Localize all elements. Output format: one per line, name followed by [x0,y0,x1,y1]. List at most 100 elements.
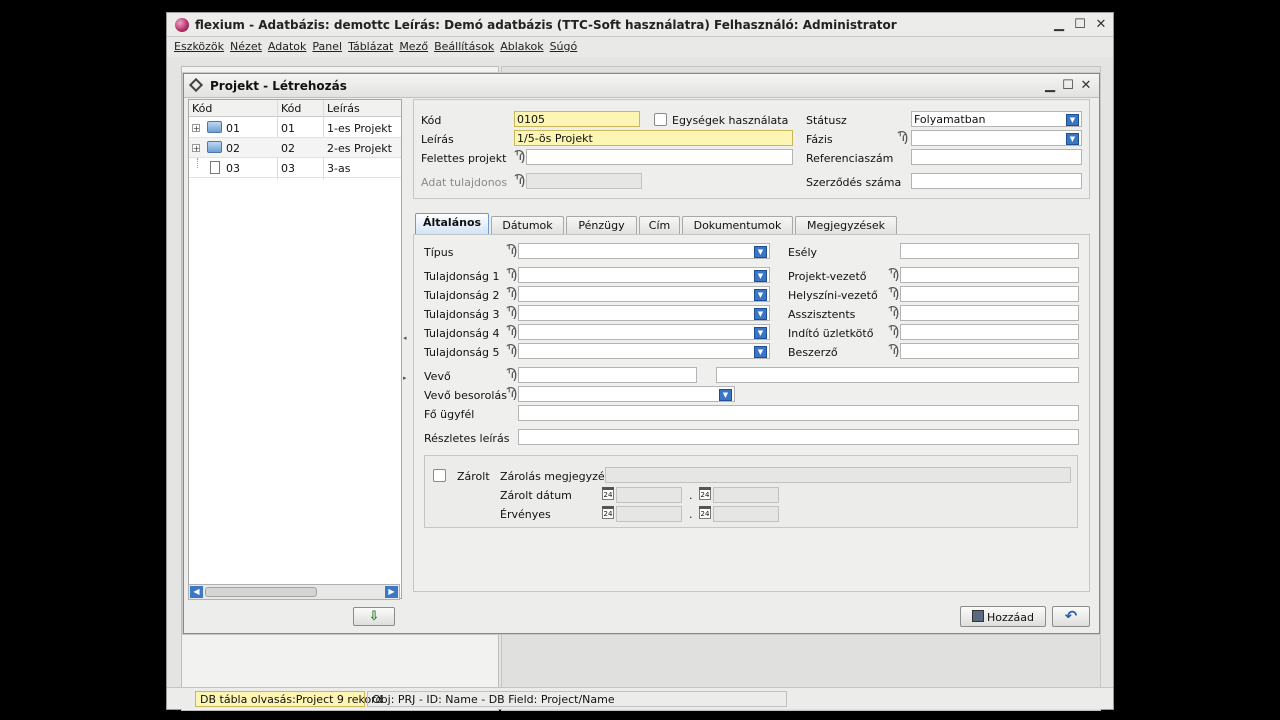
menu-eszkozok[interactable]: Eszközök [171,37,227,53]
project-tree: Kód Kód Leírás + 01 01 1-es Projekt + 02… [188,99,402,599]
chevron-down-icon[interactable]: ▼ [754,270,767,282]
leiras-input[interactable]: 1/5-ös Projekt [514,130,793,146]
tulajdonsag-3-label: Tulajdonság 3 [424,308,500,321]
lookup-icon[interactable]: Ϡ [506,343,517,358]
tree-header-description[interactable]: Leírás [327,102,360,115]
lookup-icon[interactable]: Ϡ [888,324,899,339]
folder-icon [207,121,222,133]
statusz-select[interactable]: Folyamatban ▼ [911,111,1082,127]
lookup-icon[interactable]: Ϡ [506,367,517,382]
lookup-icon[interactable]: Ϡ [506,386,517,401]
kod-input[interactable]: 0105 [514,111,640,127]
szerzodes-szama-input[interactable] [911,173,1082,189]
menu-tablazat[interactable]: Táblázat [345,37,396,53]
minimize-icon[interactable]: ▁ [1051,17,1067,33]
referenciaszam-input[interactable] [911,149,1082,165]
undo-button[interactable]: ↶ [1052,606,1090,627]
tree-header-code[interactable]: Kód [192,102,212,115]
tab-cim[interactable]: Cím [639,216,680,234]
tulajdonsag-3-select[interactable]: ▼ [518,305,770,321]
chevron-down-icon[interactable]: ▼ [754,289,767,301]
asszisztents-input[interactable] [900,305,1079,321]
dialog-maximize-icon[interactable]: ☐ [1060,78,1076,94]
hozzaad-label: Hozzáad [986,611,1034,624]
menu-beallitasok[interactable]: Beállítások [431,37,497,53]
tree-row[interactable]: 03 03 3-as [189,158,401,178]
hozzaad-button[interactable]: Hozzáad [960,606,1046,627]
splitter-handle[interactable]: ▸ [403,374,407,382]
tree-row[interactable]: + 01 01 1-es Projekt [189,118,401,138]
menu-adatok[interactable]: Adatok [265,37,309,53]
felettes-projekt-input[interactable] [526,149,793,165]
lookup-icon[interactable]: Ϡ [888,286,899,301]
lookup-icon[interactable]: Ϡ [506,305,517,320]
projekt-vezeto-input[interactable] [900,267,1079,283]
tulajdonsag-5-select[interactable]: ▼ [518,343,770,359]
tree-horizontal-scrollbar[interactable]: ◀ ▶ [188,584,400,600]
menu-ablakok[interactable]: Ablakok [497,37,546,53]
lookup-icon[interactable]: Ϡ [506,243,517,258]
dialog-close-icon[interactable]: ✕ [1078,78,1094,94]
scroll-thumb[interactable] [205,587,317,597]
zarolt-checkbox[interactable] [433,469,446,482]
tab-penzugy[interactable]: Pénzügy [566,216,637,234]
scroll-right-icon[interactable]: ▶ [385,586,398,598]
tab-megjegyzesek[interactable]: Megjegyzések [795,216,897,234]
fo-ugyfel-input[interactable] [518,405,1079,421]
chevron-down-icon[interactable]: ▼ [1066,133,1079,145]
tab-dokumentumok[interactable]: Dokumentumok [682,216,793,234]
menu-panel[interactable]: Panel [309,37,345,53]
tab-datumok[interactable]: Dátumok [491,216,564,234]
tree-header-code2[interactable]: Kód [281,102,301,115]
menu-mezo[interactable]: Mező [396,37,431,53]
expand-icon[interactable]: + [192,144,200,153]
expand-icon[interactable]: + [192,124,200,133]
lookup-icon[interactable]: Ϡ [888,305,899,320]
calendar-icon[interactable]: 24 [602,487,614,500]
maximize-icon[interactable]: ☐ [1072,17,1088,33]
esely-input[interactable] [900,243,1079,259]
tulajdonsag-1-select[interactable]: ▼ [518,267,770,283]
lookup-icon[interactable]: Ϡ [506,324,517,339]
indito-uzletkoto-input[interactable] [900,324,1079,340]
chevron-down-icon[interactable]: ▼ [754,346,767,358]
tab-altalanos[interactable]: Általános [415,213,489,235]
chevron-down-icon[interactable]: ▼ [754,308,767,320]
lookup-icon[interactable]: Ϡ [888,343,899,358]
tree-row[interactable]: + 02 02 2-es Projekt [189,138,401,158]
flexium-logo-icon [175,18,189,32]
chevron-down-icon[interactable]: ▼ [1066,114,1079,126]
calendar-icon[interactable]: 24 [699,487,711,500]
beszerzo-input[interactable] [900,343,1079,359]
menu-sugo[interactable]: Súgó [547,37,581,53]
vevo-besorolas-select[interactable]: ▼ [518,386,735,402]
vevo-code-input[interactable] [518,367,697,383]
lookup-icon[interactable]: Ϡ [514,149,525,164]
menu-nezet[interactable]: Nézet [227,37,265,53]
lookup-icon[interactable]: Ϡ [506,286,517,301]
scroll-left-icon[interactable]: ◀ [190,586,203,598]
chevron-down-icon[interactable]: ▼ [754,327,767,339]
lookup-icon[interactable]: Ϡ [506,267,517,282]
lookup-icon[interactable]: Ϡ [888,267,899,282]
projekt-vezeto-label: Projekt-vezető [788,270,867,283]
tulajdonsag-2-select[interactable]: ▼ [518,286,770,302]
lookup-icon[interactable]: Ϡ [897,130,908,145]
chevron-down-icon[interactable]: ▼ [754,246,767,258]
calendar-icon[interactable]: 24 [602,506,614,519]
vevo-name-input[interactable] [716,367,1079,383]
reszletes-leiras-input[interactable] [518,429,1079,445]
tipus-select[interactable]: ▼ [518,243,770,259]
helyszini-vezeto-input[interactable] [900,286,1079,302]
splitter-handle[interactable]: ◂ [403,334,407,342]
chevron-down-icon[interactable]: ▼ [719,389,732,401]
tree-cell-description: 2-es Projekt [327,142,392,155]
egysegek-checkbox[interactable] [654,113,667,126]
tulajdonsag-4-select[interactable]: ▼ [518,324,770,340]
calendar-icon[interactable]: 24 [699,506,711,519]
folder-icon [207,141,222,153]
dialog-minimize-icon[interactable]: ▁ [1042,78,1058,94]
export-button[interactable]: ⇩ [353,607,395,626]
fazis-select[interactable]: ▼ [911,130,1082,146]
close-icon[interactable]: ✕ [1093,17,1109,33]
